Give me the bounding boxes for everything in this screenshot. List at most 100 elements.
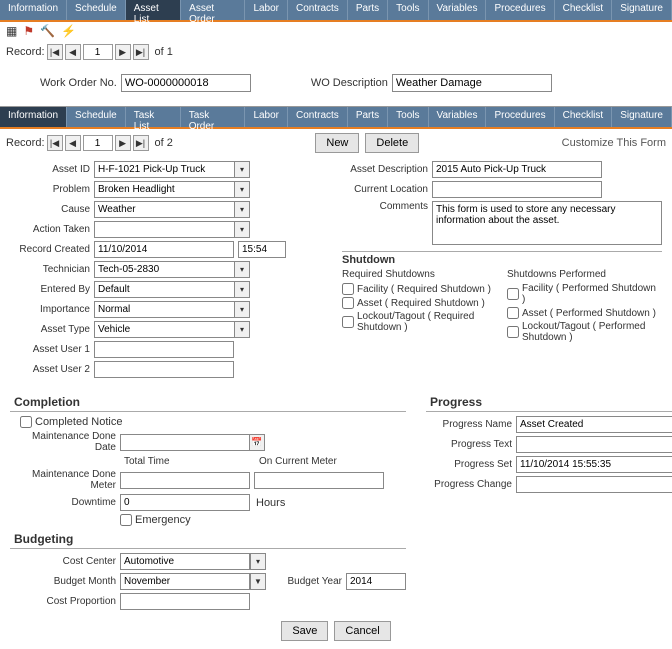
first-button-2[interactable]: |◀ (47, 135, 63, 151)
top-tab-tools[interactable]: Tools (388, 0, 428, 20)
next-button[interactable]: ▶ (115, 44, 131, 60)
budget-year-input[interactable] (346, 573, 406, 590)
budget-month-label: Budget Month (10, 576, 120, 587)
dropdown-icon[interactable]: ▾ (234, 221, 250, 238)
dropdown-icon[interactable]: ▾ (234, 301, 250, 318)
budget-month-input[interactable] (120, 573, 250, 590)
top-tab-information[interactable]: Information (0, 0, 67, 20)
action-taken-input[interactable] (94, 221, 234, 238)
progress-name-input[interactable] (516, 416, 672, 433)
wo-no-input[interactable] (121, 74, 251, 92)
perf-facility-check[interactable]: Facility ( Performed Shutdown ) (507, 283, 662, 305)
top-tab-parts[interactable]: Parts (348, 0, 388, 20)
dropdown-icon[interactable]: ▾ (250, 553, 266, 570)
on-current-meter-label: On Current Meter (259, 456, 337, 467)
sub-tab-parts[interactable]: Parts (348, 107, 388, 127)
pin-icon[interactable]: ⚑ (23, 24, 34, 38)
top-tab-labor[interactable]: Labor (245, 0, 288, 20)
dropdown-icon[interactable]: ▾ (234, 261, 250, 278)
perf-asset-check[interactable]: Asset ( Performed Shutdown ) (507, 307, 662, 319)
sub-tab-task-list[interactable]: Task List (126, 107, 181, 127)
page-input[interactable] (83, 44, 113, 60)
last-button-2[interactable]: ▶| (133, 135, 149, 151)
perf-lockout-check[interactable]: Lockout/Tagout ( Performed Shutdown ) (507, 321, 662, 343)
importance-input[interactable] (94, 301, 234, 318)
first-button[interactable]: |◀ (47, 44, 63, 60)
wo-desc-input[interactable] (392, 74, 552, 92)
top-tab-signature[interactable]: Signature (612, 0, 672, 20)
sub-tab-contracts[interactable]: Contracts (288, 107, 348, 127)
top-tab-procedures[interactable]: Procedures (486, 0, 554, 20)
asset-user2-input[interactable] (94, 361, 234, 378)
maint-done-date-input[interactable] (120, 434, 250, 451)
sub-tab-schedule[interactable]: Schedule (67, 107, 126, 127)
sub-tab-procedures[interactable]: Procedures (486, 107, 554, 127)
completed-notice-check[interactable] (20, 416, 32, 428)
record-created-label: Record Created (10, 244, 94, 255)
progress-change-input[interactable] (516, 476, 672, 493)
maint-done-meter2-input[interactable] (254, 472, 384, 489)
calendar-icon[interactable]: 📅 (249, 434, 265, 451)
sub-tab-task-order[interactable]: Task Order (181, 107, 246, 127)
cancel-button[interactable]: Cancel (334, 621, 390, 641)
record-created-time-input[interactable] (238, 241, 286, 258)
cost-center-input[interactable] (120, 553, 250, 570)
problem-input[interactable] (94, 181, 234, 198)
progress-text-input[interactable] (516, 436, 672, 453)
top-tab-asset-list[interactable]: Asset List (126, 0, 181, 20)
sub-tab-checklist[interactable]: Checklist (555, 107, 613, 127)
dropdown-icon[interactable]: ▾ (234, 201, 250, 218)
top-tab-contracts[interactable]: Contracts (288, 0, 348, 20)
dropdown-icon[interactable]: ▾ (234, 281, 250, 298)
asset-user1-input[interactable] (94, 341, 234, 358)
downtime-input[interactable] (120, 494, 250, 511)
dropdown-icon[interactable]: ▾ (234, 321, 250, 338)
shutdown-section: Shutdown Required Shutdowns Facility ( R… (342, 251, 662, 345)
dropdown-icon[interactable]: ▾ (234, 181, 250, 198)
last-button[interactable]: ▶| (133, 44, 149, 60)
top-tab-schedule[interactable]: Schedule (67, 0, 126, 20)
next-button-2[interactable]: ▶ (115, 135, 131, 151)
record-created-date-input[interactable] (94, 241, 234, 258)
hammer-icon[interactable]: 🔨 (40, 24, 55, 38)
top-tab-checklist[interactable]: Checklist (555, 0, 613, 20)
emergency-label: Emergency (135, 514, 191, 526)
sub-tab-labor[interactable]: Labor (245, 107, 288, 127)
asset-desc-label: Asset Description (342, 164, 432, 175)
customize-link[interactable]: Customize This Form (562, 137, 666, 149)
asset-desc-input[interactable] (432, 161, 602, 178)
sub-tab-information[interactable]: Information (0, 107, 67, 127)
asset-type-input[interactable] (94, 321, 234, 338)
prev-button-2[interactable]: ◀ (65, 135, 81, 151)
dropdown-icon[interactable]: ▾ (234, 161, 250, 178)
page-input-2[interactable] (83, 135, 113, 151)
top-tab-asset-order[interactable]: Asset Order (181, 0, 245, 20)
req-asset-check[interactable]: Asset ( Required Shutdown ) (342, 297, 497, 309)
technician-input[interactable] (94, 261, 234, 278)
req-lockout-check[interactable]: Lockout/Tagout ( Required Shutdown ) (342, 311, 497, 333)
req-facility-check[interactable]: Facility ( Required Shutdown ) (342, 283, 497, 295)
save-button[interactable]: Save (281, 621, 328, 641)
action-taken-label: Action Taken (10, 224, 94, 235)
sub-tab-variables[interactable]: Variables (429, 107, 487, 127)
sub-tab-tools[interactable]: Tools (388, 107, 428, 127)
dropdown-icon[interactable]: ▼ (250, 573, 266, 590)
emergency-check[interactable] (120, 514, 132, 526)
current-location-input[interactable] (432, 181, 602, 198)
asset-id-input[interactable] (94, 161, 234, 178)
grid-icon[interactable]: ▦ (6, 24, 17, 38)
page-of: of 1 (155, 46, 173, 58)
progress-set-input[interactable] (516, 456, 672, 473)
top-tab-variables[interactable]: Variables (429, 0, 487, 20)
comments-label: Comments (342, 201, 432, 212)
current-location-label: Current Location (342, 184, 432, 195)
comments-input[interactable] (432, 201, 662, 245)
prev-button[interactable]: ◀ (65, 44, 81, 60)
new-button[interactable]: New (315, 133, 359, 153)
entered-by-input[interactable] (94, 281, 234, 298)
delete-button[interactable]: Delete (365, 133, 419, 153)
flash-icon[interactable]: ⚡ (61, 24, 76, 38)
cause-input[interactable] (94, 201, 234, 218)
maint-done-meter1-input[interactable] (120, 472, 250, 489)
sub-tab-signature[interactable]: Signature (612, 107, 672, 127)
